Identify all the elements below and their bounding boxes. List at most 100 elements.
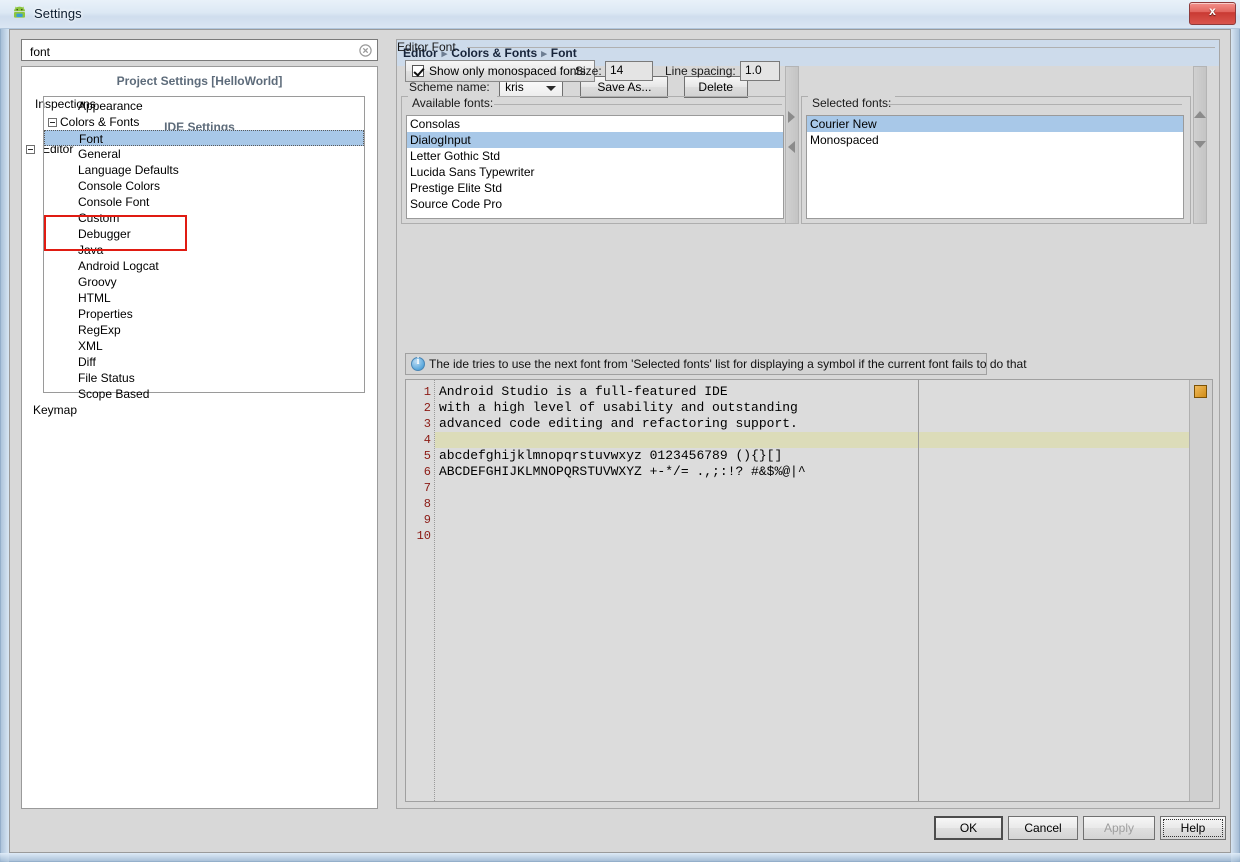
sidebar-item-file-status[interactable]: File Status	[44, 370, 364, 386]
available-font-item[interactable]: Prestige Elite Std	[407, 180, 783, 196]
triangle-down-icon[interactable]	[1194, 141, 1206, 148]
sidebar-item-label: Font	[45, 132, 103, 146]
chevron-down-icon	[546, 86, 556, 91]
sidebar-item-custom[interactable]: Custom	[44, 210, 364, 226]
breadcrumb-item-1[interactable]: Colors & Fonts	[451, 46, 537, 60]
sidebar-item-language-defaults[interactable]: Language Defaults	[44, 162, 364, 178]
close-button[interactable]: x	[1189, 2, 1236, 25]
triangle-up-icon[interactable]	[1194, 111, 1206, 118]
sidebar-item-general[interactable]: General	[44, 146, 364, 162]
font-fallback-info-bar: i The ide tries to use the next font fro…	[405, 353, 987, 375]
available-fonts-label: Available fonts:	[408, 96, 497, 110]
sidebar-item-properties[interactable]: Properties	[44, 306, 364, 322]
preview-code-area[interactable]: Android Studio is a full-featured IDEwit…	[435, 380, 1212, 801]
clear-search-icon[interactable]	[359, 44, 372, 57]
scheme-name-label: Scheme name:	[409, 80, 490, 94]
sidebar-item-android-logcat[interactable]: Android Logcat	[44, 258, 364, 274]
sidebar-item-colors-fonts[interactable]: Colors & Fonts	[44, 114, 364, 130]
line-spacing-input[interactable]: 1.0	[740, 61, 780, 81]
font-order-strip	[1193, 66, 1207, 224]
breadcrumb-item-2[interactable]: Font	[551, 46, 577, 60]
cancel-button[interactable]: Cancel	[1008, 816, 1078, 840]
size-label: Size:	[575, 64, 602, 78]
sidebar-item-debugger[interactable]: Debugger	[44, 226, 364, 242]
size-input[interactable]: 14	[605, 61, 653, 81]
help-button[interactable]: Help	[1160, 816, 1226, 840]
available-font-item[interactable]: Consolas	[407, 116, 783, 132]
sidebar-item-label: Custom	[44, 211, 119, 225]
section-label: Project Settings [HelloWorld]	[22, 74, 377, 88]
available-font-item[interactable]: Letter Gothic Std	[407, 148, 783, 164]
available-font-item-label: Prestige Elite Std	[410, 181, 502, 195]
sidebar-item-console-colors[interactable]: Console Colors	[44, 178, 364, 194]
window-frame-right	[1231, 0, 1240, 862]
preview-line: ABCDEFGHIJKLMNOPQRSTUVWXYZ +-*/= .,;:!? …	[439, 464, 806, 480]
focus-ring	[1163, 819, 1223, 837]
sidebar-item-label: XML	[44, 339, 103, 353]
sidebar-item-label: Groovy	[44, 275, 117, 289]
line-number: 6	[424, 464, 431, 480]
preview-error-stripe[interactable]	[1189, 380, 1212, 801]
selected-font-item[interactable]: Monospaced	[807, 132, 1183, 148]
sidebar-item-diff[interactable]: Diff	[44, 354, 364, 370]
collapse-colors-fonts-icon[interactable]	[48, 118, 57, 127]
font-preview-editor[interactable]: 12345678910 Android Studio is a full-fea…	[405, 379, 1213, 802]
sidebar-item-regexp[interactable]: RegExp	[44, 322, 364, 338]
ok-button[interactable]: OK	[934, 816, 1003, 840]
preview-line: advanced code editing and refactoring su…	[439, 416, 798, 432]
window-frame-bottom	[0, 853, 1240, 862]
section-header-project-settings: Project Settings [HelloWorld]	[22, 72, 377, 92]
sidebar-item-console-font[interactable]: Console Font	[44, 194, 364, 210]
search-input[interactable]	[28, 43, 352, 61]
apply-button[interactable]: Apply	[1083, 816, 1155, 840]
sidebar-item-font[interactable]: Font	[44, 130, 364, 146]
sidebar-item-scope-based[interactable]: Scope Based	[44, 386, 364, 402]
selected-fonts-label: Selected fonts:	[808, 96, 895, 110]
available-fonts-group: Available fonts: ConsolasDialogInputLett…	[401, 96, 791, 224]
selected-font-item[interactable]: Courier New	[807, 116, 1183, 132]
available-fonts-list[interactable]: ConsolasDialogInputLetter Gothic StdLuci…	[406, 115, 784, 219]
font-mover-strip	[785, 66, 799, 224]
sidebar-item-groovy[interactable]: Groovy	[44, 274, 364, 290]
triangle-left-icon[interactable]	[788, 141, 795, 153]
available-font-item-label: Source Code Pro	[410, 197, 502, 211]
available-font-item-label: DialogInput	[410, 133, 471, 147]
sidebar-item-keymap[interactable]: Keymap	[33, 402, 77, 418]
available-font-item[interactable]: Lucida Sans Typewriter	[407, 164, 783, 180]
available-font-item[interactable]: DialogInput	[407, 132, 783, 148]
line-number: 8	[424, 496, 431, 512]
sidebar-item-label: HTML	[44, 291, 111, 305]
triangle-right-icon[interactable]	[788, 111, 795, 123]
sidebar-item-label: File Status	[44, 371, 135, 385]
bookmark-marker-icon[interactable]	[1194, 385, 1207, 398]
dialog-button-bar: OK Cancel Apply Help	[10, 816, 1232, 842]
line-number-gutter: 12345678910	[406, 380, 435, 801]
toggle-label: Show only monospaced fonts	[429, 64, 586, 78]
line-number: 3	[424, 416, 431, 432]
sidebar-item-xml[interactable]: XML	[44, 338, 364, 354]
sidebar-item-label: Android Logcat	[44, 259, 159, 273]
sidebar-item-html[interactable]: HTML	[44, 290, 364, 306]
sidebar-item-label: Appearance	[44, 99, 143, 113]
collapse-editor-icon[interactable]	[26, 145, 35, 154]
available-font-item[interactable]: Source Code Pro	[407, 196, 783, 212]
sidebar-item-appearance[interactable]: Appearance	[44, 98, 364, 114]
settings-tree[interactable]: Project Settings [HelloWorld] Inspection…	[21, 66, 378, 809]
settings-navigation-pane: Project Settings [HelloWorld] Inspection…	[21, 39, 385, 809]
sidebar-item-label: Language Defaults	[44, 163, 179, 177]
preview-line: with a high level of usability and outst…	[439, 400, 798, 416]
show-only-monospaced-fonts-toggle[interactable]: Show only monospaced fonts	[405, 60, 595, 82]
sidebar-item-label: Diff	[44, 355, 96, 369]
selected-fonts-list[interactable]: Courier NewMonospaced	[806, 115, 1184, 219]
sidebar-item-label: Console Colors	[44, 179, 160, 193]
sidebar-item-label: Properties	[44, 307, 133, 321]
settings-window: Settings x	[0, 0, 1240, 862]
search-box[interactable]	[21, 39, 378, 61]
settings-detail-pane: Editor▸Colors & Fonts▸Font Scheme name: …	[396, 39, 1220, 809]
sidebar-item-label: Debugger	[44, 227, 131, 241]
group-divider	[467, 47, 1215, 48]
checkbox-icon[interactable]	[412, 65, 424, 77]
delete-button[interactable]: Delete	[684, 76, 748, 98]
sidebar-item-java[interactable]: Java	[44, 242, 364, 258]
scheme-name-value: kris	[505, 80, 524, 94]
